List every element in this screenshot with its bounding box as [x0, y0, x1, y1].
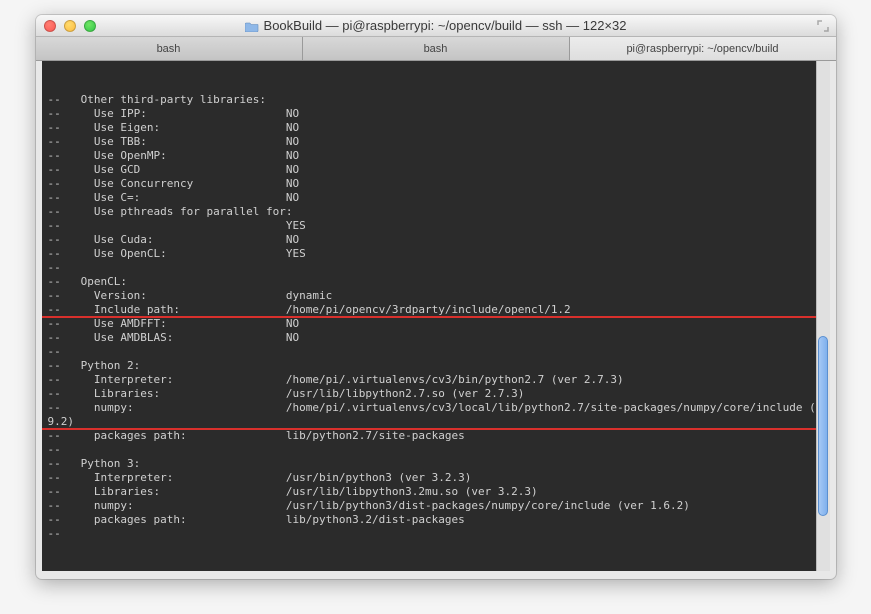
terminal-line: -- Python 2: — [48, 359, 824, 373]
terminal-line: -- Use Eigen: NO — [48, 121, 824, 135]
tab-label: bash — [424, 43, 448, 55]
tab-label: bash — [157, 43, 181, 55]
terminal-line: -- Use AMDBLAS: NO — [48, 331, 824, 345]
window-title-text: BookBuild — pi@raspberrypi: ~/opencv/bui… — [264, 18, 627, 33]
terminal-line: -- numpy: /usr/lib/python3/dist-packages… — [48, 499, 824, 513]
window-title: BookBuild — pi@raspberrypi: ~/opencv/bui… — [245, 18, 627, 33]
terminal-line: -- Use Concurrency NO — [48, 177, 824, 191]
terminal-line: -- numpy: /home/pi/.virtualenvs/cv3/loca… — [48, 401, 824, 415]
titlebar[interactable]: BookBuild — pi@raspberrypi: ~/opencv/bui… — [36, 15, 836, 37]
folder-icon — [245, 20, 259, 31]
tab-bash-2[interactable]: bash — [303, 37, 570, 60]
tab-opencv-build[interactable]: pi@raspberrypi: ~/opencv/build — [570, 37, 836, 60]
terminal-line: -- Python 3: — [48, 457, 824, 471]
terminal-line: -- Use AMDFFT: NO — [48, 317, 824, 331]
expand-icon[interactable] — [816, 19, 830, 33]
terminal-line: -- Include path: /home/pi/opencv/3rdpart… — [48, 303, 824, 317]
terminal-line: -- — [48, 443, 824, 457]
terminal-line: -- packages path: lib/python3.2/dist-pac… — [48, 513, 824, 527]
zoom-button[interactable] — [84, 20, 96, 32]
terminal-line: -- Other third-party libraries: — [48, 93, 824, 107]
terminal-line: -- Interpreter: /usr/bin/python3 (ver 3.… — [48, 471, 824, 485]
terminal-line: -- Use GCD NO — [48, 163, 824, 177]
terminal-line: -- Use IPP: NO — [48, 107, 824, 121]
terminal-line: -- Version: dynamic — [48, 289, 824, 303]
terminal-line: -- Use pthreads for parallel for: — [48, 205, 824, 219]
scrollbar-track[interactable] — [816, 61, 830, 571]
terminal-line: -- packages path: lib/python2.7/site-pac… — [48, 429, 824, 443]
close-button[interactable] — [44, 20, 56, 32]
terminal-line: -- Libraries: /usr/lib/libpython2.7.so (… — [48, 387, 824, 401]
terminal-line: -- Libraries: /usr/lib/libpython3.2mu.so… — [48, 485, 824, 499]
terminal-line: 9.2) — [48, 415, 824, 429]
terminal-line: -- Use Cuda: NO — [48, 233, 824, 247]
terminal-line: -- YES — [48, 219, 824, 233]
terminal-line: -- Interpreter: /home/pi/.virtualenvs/cv… — [48, 373, 824, 387]
traffic-lights — [44, 20, 96, 32]
terminal-line: -- — [48, 261, 824, 275]
tab-label: pi@raspberrypi: ~/opencv/build — [626, 43, 778, 55]
tabbar: bash bash pi@raspberrypi: ~/opencv/build — [36, 37, 836, 61]
terminal-line: -- Use TBB: NO — [48, 135, 824, 149]
tab-bash-1[interactable]: bash — [36, 37, 303, 60]
scrollbar-thumb[interactable] — [818, 336, 828, 516]
terminal-window: BookBuild — pi@raspberrypi: ~/opencv/bui… — [36, 15, 836, 579]
minimize-button[interactable] — [64, 20, 76, 32]
terminal-line: -- — [48, 527, 824, 541]
terminal-line: -- Use OpenMP: NO — [48, 149, 824, 163]
terminal-line: -- OpenCL: — [48, 275, 824, 289]
terminal-line: -- Use C=: NO — [48, 191, 824, 205]
terminal-output[interactable]: -- Other third-party libraries:-- Use IP… — [42, 61, 830, 571]
terminal-line: -- Use OpenCL: YES — [48, 247, 824, 261]
terminal-line: -- — [48, 345, 824, 359]
